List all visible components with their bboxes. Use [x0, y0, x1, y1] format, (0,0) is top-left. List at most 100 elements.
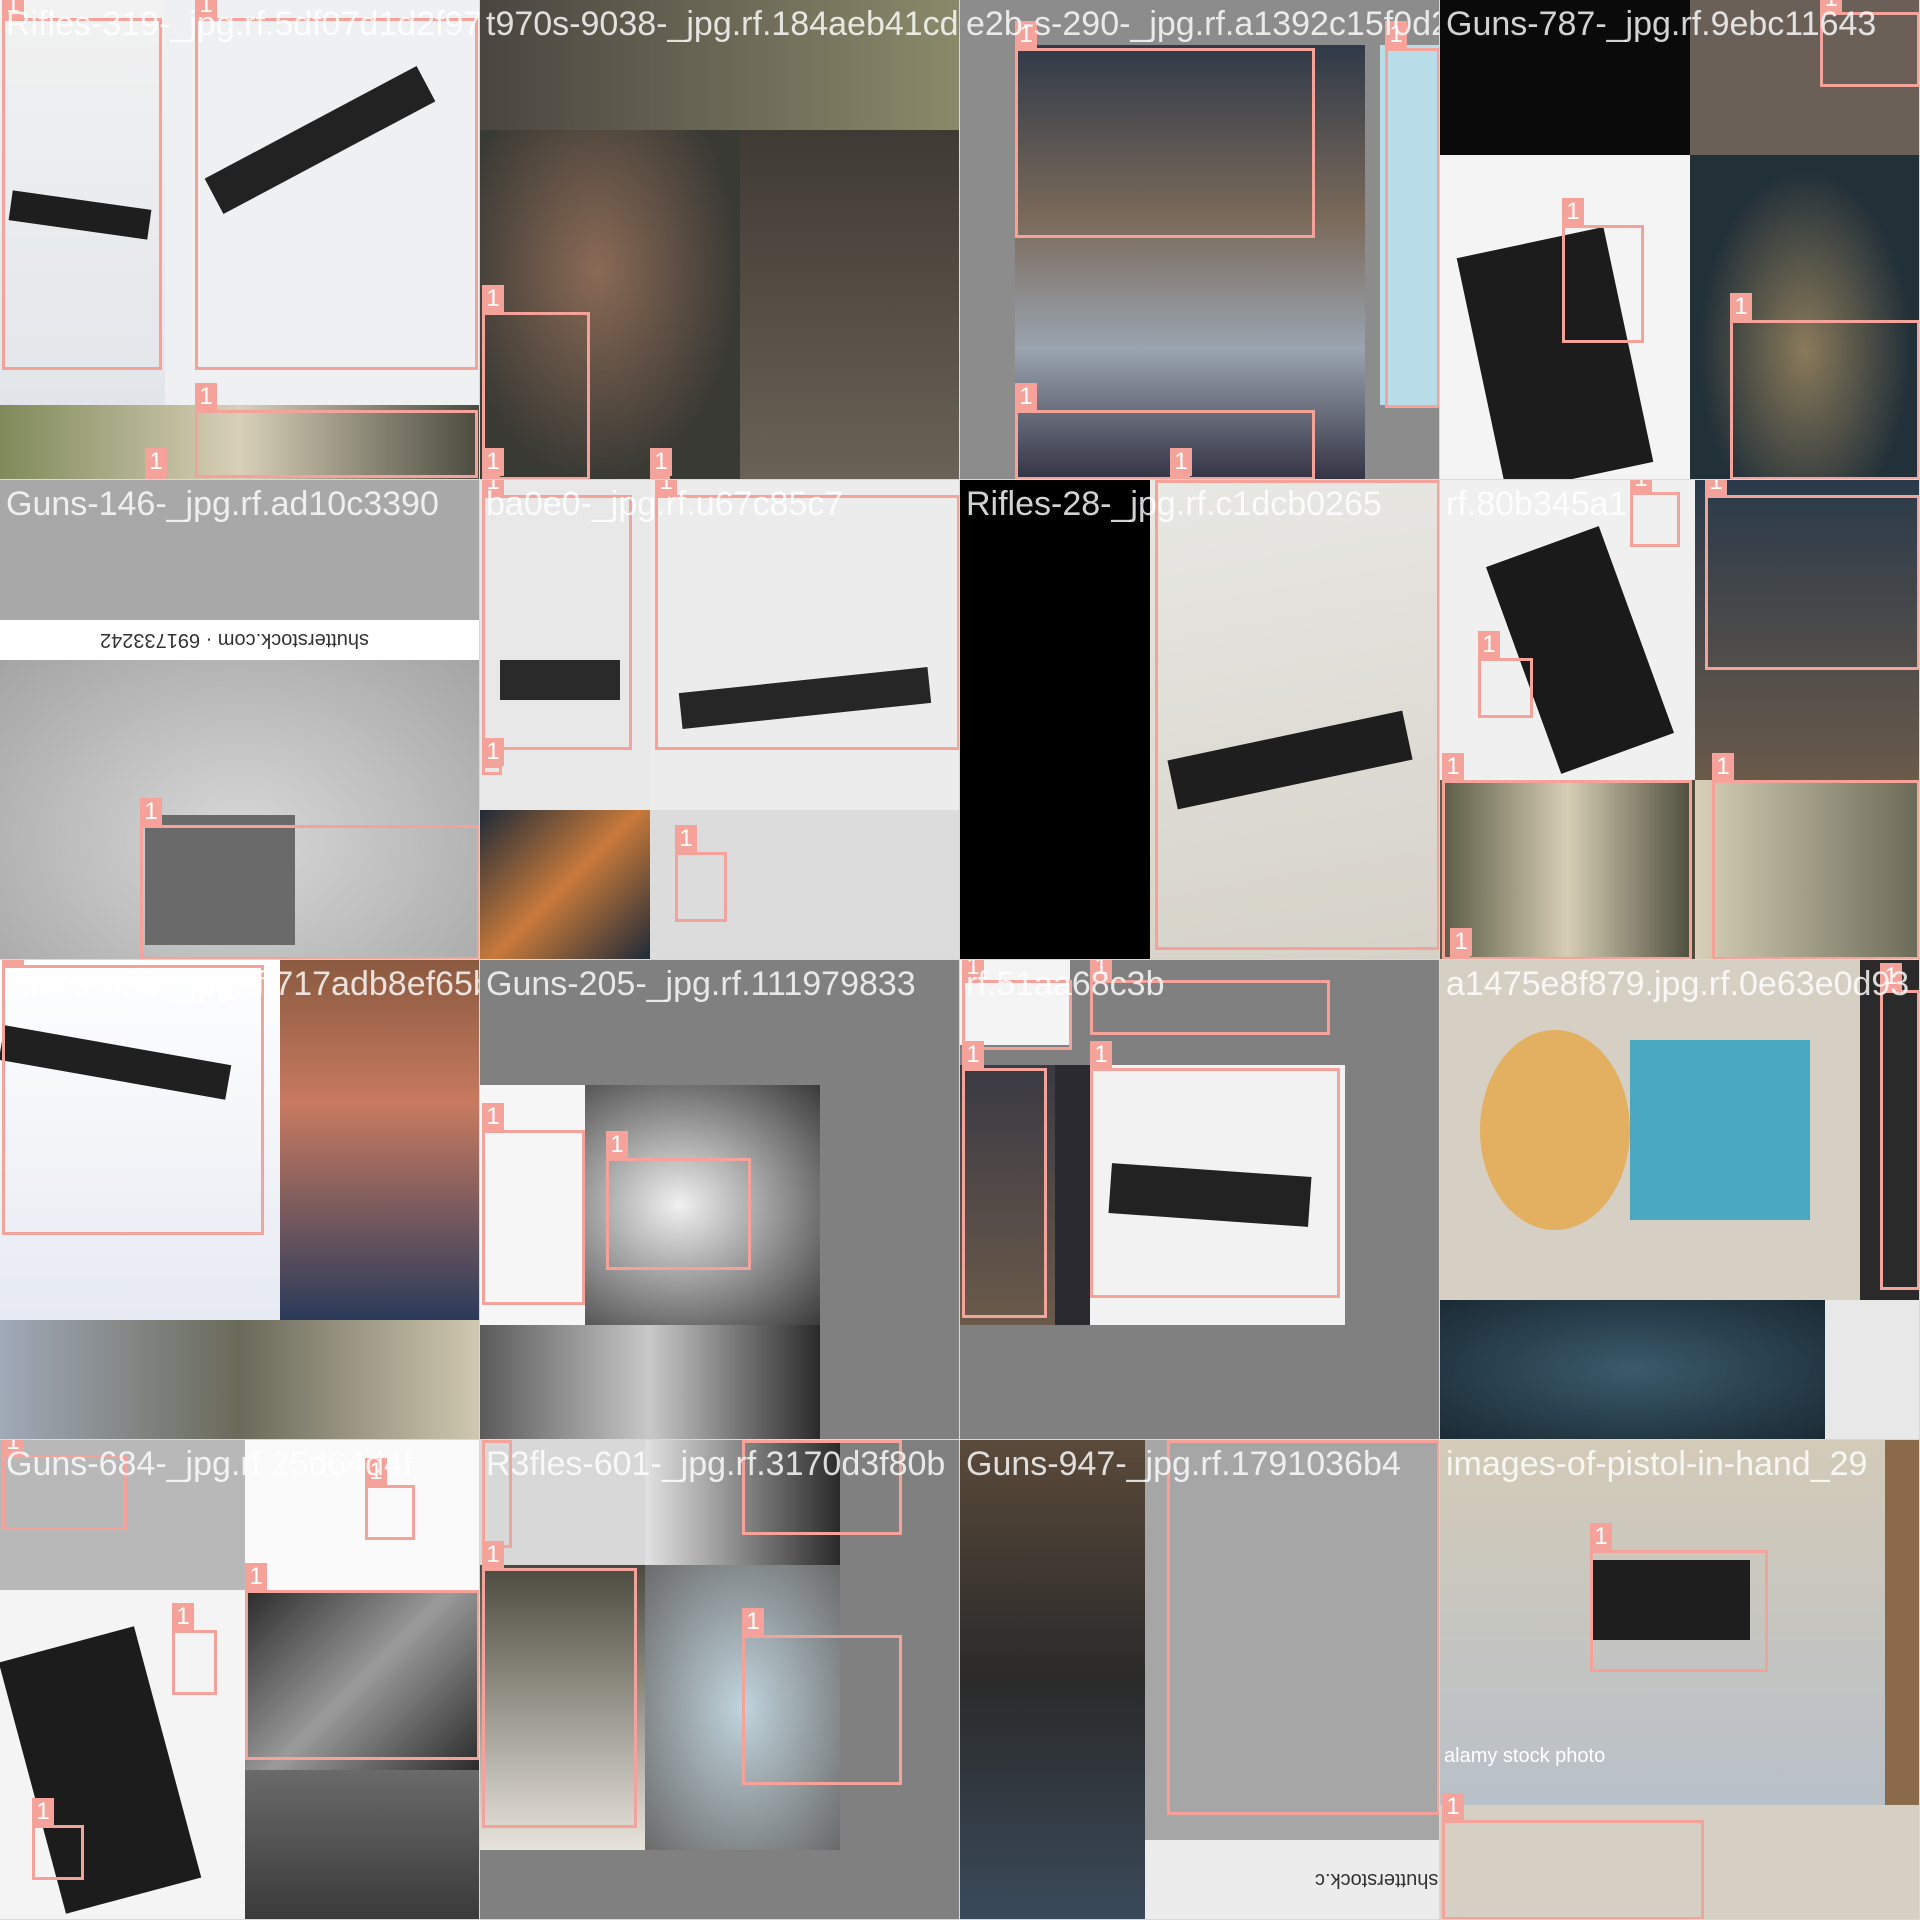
- box-class-tag: 1: [962, 1041, 984, 1069]
- box-class-tag: 1: [1170, 448, 1192, 476]
- bbox: 1: [482, 1103, 585, 1305]
- bbox: 1: [365, 1458, 415, 1540]
- mosaic-tile: images-of-pistol-in-hand_29 alamy stock …: [1440, 1440, 1920, 1920]
- bbox: 1: [195, 0, 478, 370]
- box-class-tag: 1: [1478, 631, 1500, 659]
- box-class-tag: 1: [482, 285, 504, 313]
- bbox: 1: [2, 960, 264, 1235]
- box-class-tag: 1: [1167, 1440, 1189, 1441]
- box-class-tag: 1: [1705, 480, 1727, 496]
- box-class-tag: 1: [1015, 21, 1037, 49]
- box-class-tag: 1: [365, 1458, 387, 1486]
- box-class-tag: 1: [1562, 198, 1584, 226]
- mosaic-tile: a1475e8f879.jpg.rf.0e63e0d93 1: [1440, 960, 1920, 1440]
- bbox: 1: [1562, 198, 1644, 343]
- box-class-tag: 1: [742, 1608, 764, 1636]
- bbox: 1: [1442, 1793, 1704, 1919]
- bbox: 1: [32, 1798, 84, 1880]
- mosaic-tile: rf.51aa68c3b 1 1 1 1: [960, 960, 1440, 1440]
- box-class-tag: 1: [482, 1103, 504, 1131]
- box-class-tag: 1: [482, 480, 504, 496]
- box-class-tag: 1: [245, 1563, 267, 1591]
- box-class-tag: 1: [606, 1131, 628, 1159]
- bbox: 1: [1880, 963, 1919, 1290]
- box-class-tag: 1: [1712, 753, 1734, 781]
- bbox: 1: [482, 738, 504, 775]
- box-class-tag: 1: [482, 738, 504, 766]
- bbox: 1: [1090, 1041, 1340, 1298]
- bbox: 1: [195, 383, 478, 478]
- bbox: 1: [172, 1603, 217, 1695]
- bbox: 1: [1385, 21, 1439, 408]
- bbox: 1: [1705, 480, 1919, 670]
- bbox: 1: [140, 798, 479, 959]
- bbox: 1: [962, 960, 1072, 1050]
- box-class-tag: 1: [1730, 293, 1752, 321]
- bbox: 1: [1478, 631, 1533, 718]
- watermark-text: alamy stock photo: [1444, 1745, 1606, 1767]
- box-class-tag: 1: [1155, 480, 1177, 481]
- bbox: 1: [742, 1440, 902, 1535]
- box-class-tag: 1: [1442, 753, 1464, 781]
- box-class-tag: 1: [2, 0, 24, 19]
- bbox: 1: [482, 480, 632, 750]
- bbox: 1: [675, 825, 727, 922]
- bbox: 1: [962, 1041, 1047, 1318]
- box-class-tag: 1: [675, 825, 697, 853]
- bbox: 1: [482, 1440, 512, 1548]
- bbox: 1: [1630, 480, 1680, 547]
- watermark-text: shutterstock.com · 691733242: [100, 629, 370, 651]
- box-class-tag: 1: [1450, 928, 1472, 956]
- box-class-tag: 1: [482, 1440, 504, 1441]
- bbox: 1: [1730, 293, 1919, 479]
- box-class-tag: 1: [195, 383, 217, 411]
- mosaic-tile: rf.80b345a1 1 1 1 1 1 1: [1440, 480, 1920, 960]
- box-class-tag: 1: [1442, 1793, 1464, 1821]
- mosaic-tile: e2b-s-290-_jpg.rf.a1392c15f0d22e6891746 …: [960, 0, 1440, 480]
- box-class-tag: 1: [650, 448, 672, 476]
- mosaic-tile: Guns-947-_jpg.rf.1791036b4 shutterstock.…: [960, 1440, 1440, 1920]
- mosaic-tile: t970s-9038-_jpg.rf.184aeb41cd2 1 1 1: [480, 0, 960, 480]
- box-class-tag: 1: [1090, 1041, 1112, 1069]
- bbox: 1: [1590, 1523, 1768, 1672]
- bbox: 1: [1712, 753, 1919, 959]
- box-class-tag: 1: [1090, 960, 1112, 981]
- box-class-tag: 1: [1590, 1523, 1612, 1551]
- mosaic-tile: Rifles-693-_jpg.rf.717adb8ef65b420553.jp…: [0, 960, 480, 1440]
- box-class-tag: 1: [482, 448, 504, 476]
- mosaic-tile: R3fles-601-_jpg.rf.3170d3f80b 1 1 1 1: [480, 1440, 960, 1920]
- box-class-tag: 1: [1630, 480, 1652, 493]
- bbox: 1: [482, 1541, 637, 1828]
- box-class-tag: 1: [962, 960, 984, 981]
- box-class-tag: 1: [655, 480, 677, 496]
- mosaic-tile: Guns-684-_jpg.rf.25d64d4f 1 1 1 1 1: [0, 1440, 480, 1920]
- box-class-tag: 1: [1820, 0, 1842, 13]
- box-class-tag: 1: [2, 1440, 24, 1456]
- bbox: 1: [1090, 960, 1330, 1035]
- box-class-tag: 1: [1880, 963, 1902, 991]
- box-class-tag: 1: [2, 960, 24, 966]
- bbox: 1: [606, 1131, 751, 1270]
- mosaic-tile: Guns-205-_jpg.rf.111979833 1 1: [480, 960, 960, 1440]
- bbox: 1: [1155, 480, 1439, 950]
- box-class-tag: 1: [1385, 21, 1407, 49]
- mosaic-tile: Rifles-319-_jpg.rf.5df07d1d2f970s9038b-p…: [0, 0, 480, 480]
- mosaic-tile: ba0e0-_jpg.rf.u67c85c7 1 1 1 1: [480, 480, 960, 960]
- box-class-tag: 1: [172, 1603, 194, 1631]
- bbox: 1: [1167, 1440, 1439, 1815]
- mosaic-tile: Rifles-28-_jpg.rf.c1dcb0265 1: [960, 480, 1440, 960]
- box-class-tag: 1: [482, 1541, 504, 1569]
- bbox: 1: [245, 1563, 479, 1760]
- box-class-tag: 1: [32, 1798, 54, 1826]
- training-batch-mosaic: Rifles-319-_jpg.rf.5df07d1d2f970s9038b-p…: [0, 0, 1920, 1920]
- box-class-tag: 1: [195, 0, 217, 19]
- bbox: 1: [655, 480, 959, 750]
- bbox: 1: [742, 1608, 902, 1785]
- watermark-text: shutterstock.c: [1315, 1869, 1439, 1891]
- box-class-tag: 1: [742, 1440, 764, 1441]
- mosaic-tile: Guns-146-_jpg.rf.ad10c3390 shutterstock.…: [0, 480, 480, 960]
- bbox: 1: [1820, 0, 1919, 87]
- mosaic-tile: Guns-787-_jpg.rf.9ebc11643 1 1 1: [1440, 0, 1920, 480]
- box-class-tag: 1: [145, 448, 167, 476]
- bbox: 1: [1015, 383, 1315, 479]
